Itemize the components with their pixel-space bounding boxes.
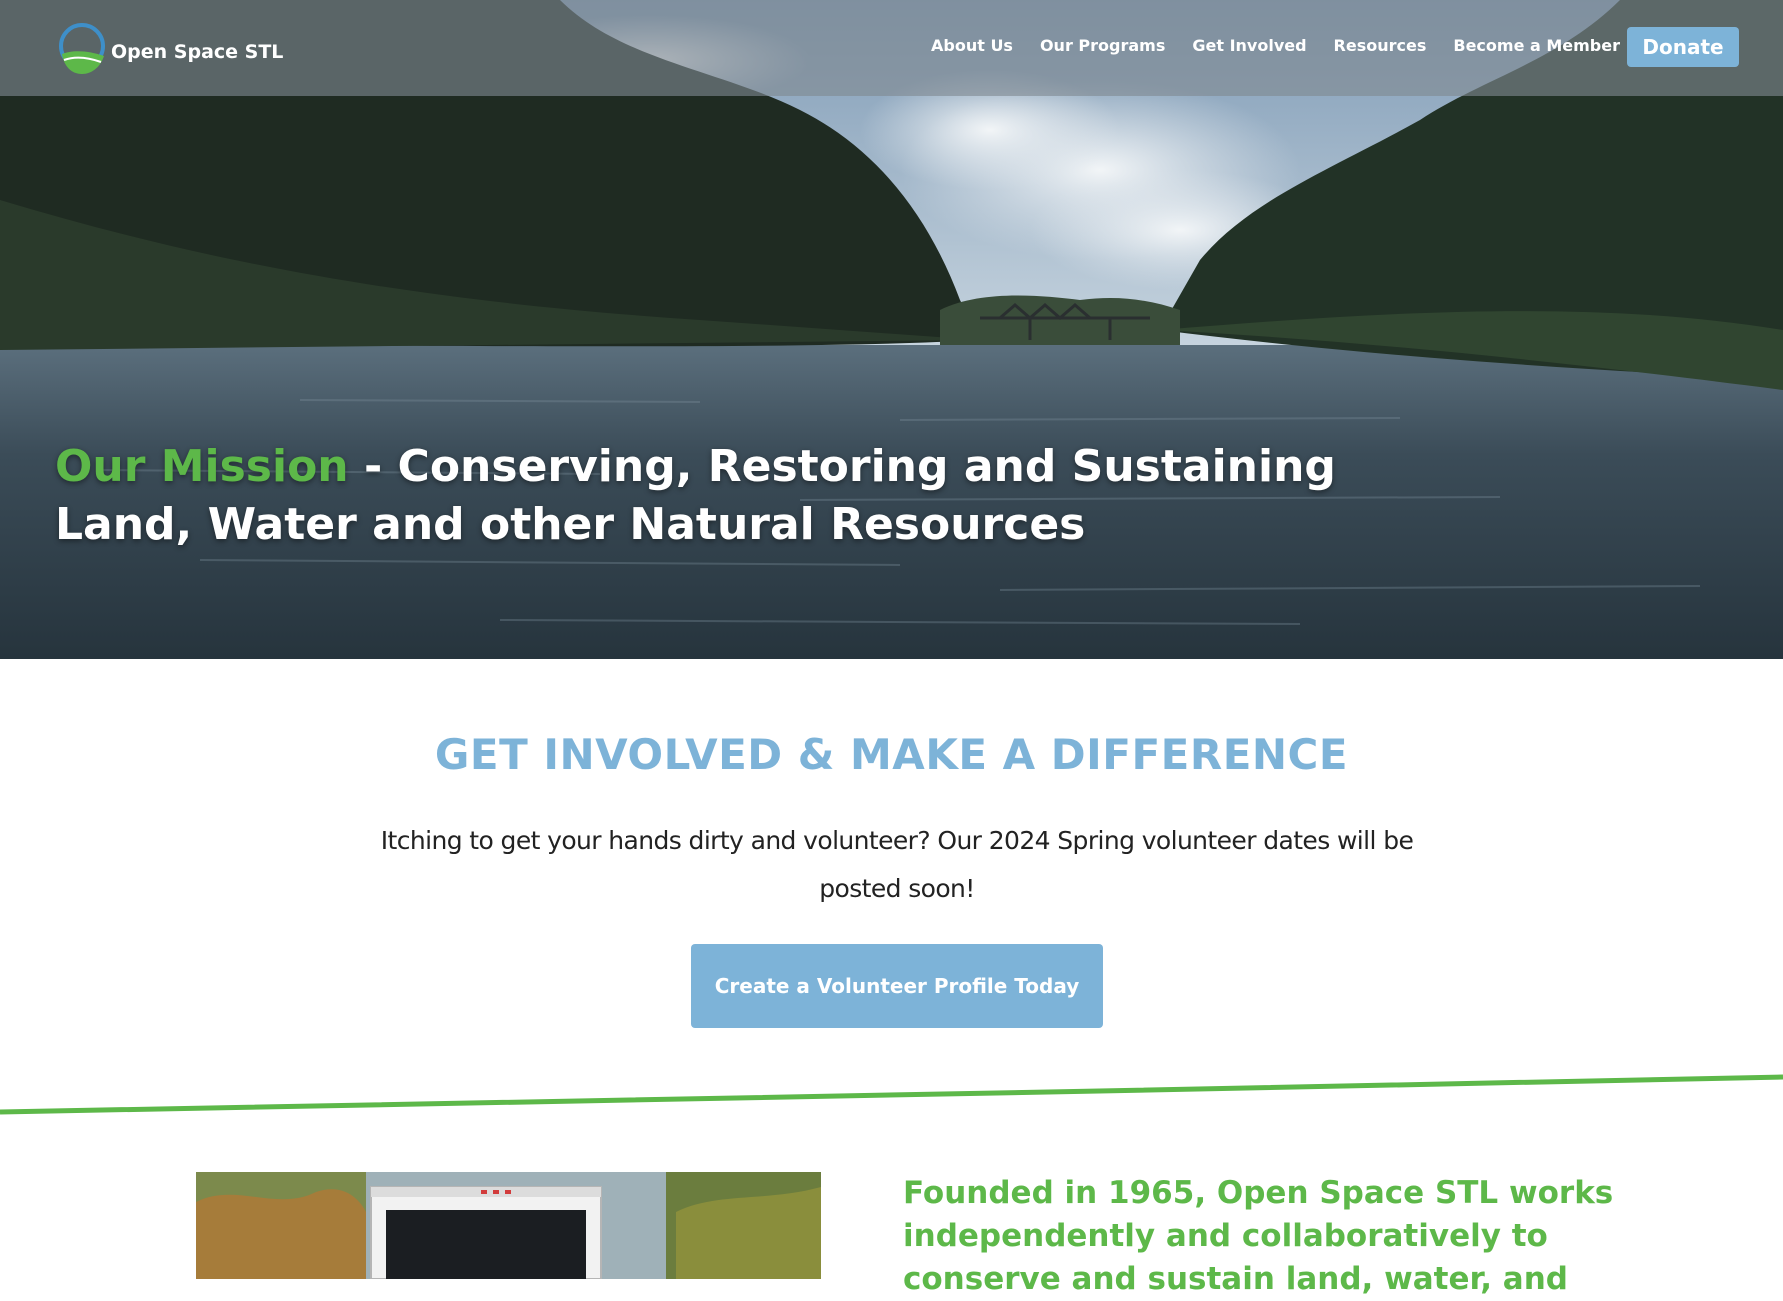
create-volunteer-profile-button[interactable]: Create a Volunteer Profile Today — [691, 944, 1103, 1028]
nav-item-about-us[interactable]: About Us — [931, 36, 1013, 55]
nav-item-our-programs[interactable]: Our Programs — [1040, 36, 1165, 55]
about-heading: Founded in 1965, Open Space STL works in… — [903, 1175, 1614, 1297]
hero-river-image — [0, 0, 1783, 659]
main-menu: About Us Our Programs Get Involved Resou… — [931, 36, 1620, 55]
hero-section: Open Space STL About Us Our Programs Get… — [0, 0, 1783, 659]
nav-item-get-involved[interactable]: Get Involved — [1192, 36, 1306, 55]
site-logo[interactable]: Open Space STL — [57, 20, 283, 76]
top-navigation-bar: Open Space STL About Us Our Programs Get… — [0, 0, 1783, 96]
volunteer-truck-photo — [196, 1172, 821, 1279]
donate-button[interactable]: Donate — [1627, 27, 1739, 67]
section-divider-line — [0, 1074, 1783, 1115]
open-space-logo-icon — [59, 23, 105, 74]
nav-item-resources[interactable]: Resources — [1334, 36, 1427, 55]
mission-statement: Our Mission - Conserving, Restoring and … — [55, 438, 1455, 554]
volunteer-description: Itching to get your hands dirty and volu… — [380, 826, 1414, 903]
nav-item-become-a-member[interactable]: Become a Member — [1453, 36, 1620, 55]
logo-text: Open Space STL — [111, 41, 284, 63]
mission-label: Our Mission — [55, 441, 349, 492]
get-involved-heading: GET INVOLVED & MAKE A DIFFERENCE — [434, 730, 1349, 779]
